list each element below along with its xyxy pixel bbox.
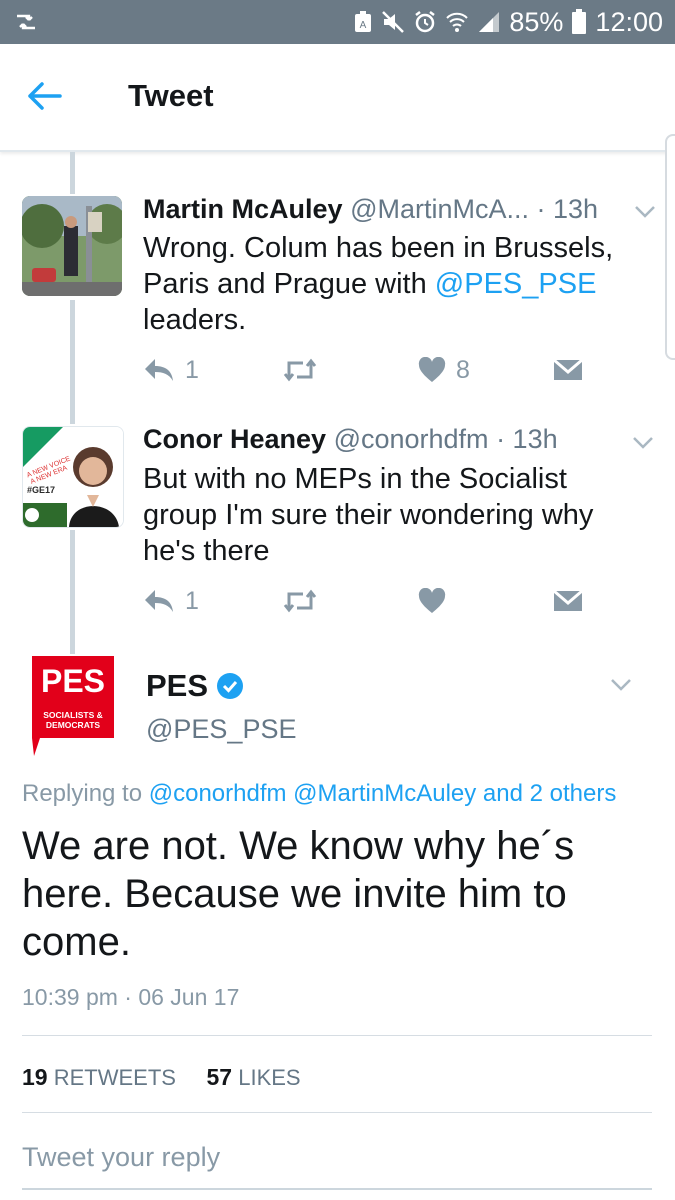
reply-icon	[145, 590, 173, 612]
chevron-down-icon[interactable]	[632, 436, 654, 450]
avatar-photo	[22, 196, 122, 296]
author-handle[interactable]: @PES_PSE	[146, 714, 296, 745]
tweet-text: But with no MEPs in the Socialist group …	[143, 463, 594, 567]
tweet-text-line: Wrong. Colum has been in Brussels,	[143, 232, 614, 264]
divider	[22, 1035, 652, 1036]
back-arrow-icon[interactable]	[26, 80, 62, 112]
avatar-photo: A NEW VOICE A NEW ERA #GE17	[23, 427, 123, 527]
tweet-text: Wrong. Colum has been in Brussels, Paris…	[143, 230, 633, 338]
retweet-icon	[283, 589, 317, 613]
avatar-text: #GE17	[27, 485, 55, 495]
avatar[interactable]	[22, 196, 122, 296]
tweet-timestamp: 10:39 pm · 06 Jun 17	[22, 984, 240, 1010]
retweets-label: RETWEETS	[53, 1065, 176, 1090]
thread-line	[70, 530, 75, 654]
logo-text: PES	[41, 663, 105, 699]
replying-to: Replying to @conorhdfm @MartinMcAuley an…	[22, 780, 616, 808]
mute-icon	[382, 11, 405, 33]
tweet-time: · 13h	[496, 424, 558, 454]
status-bar: A 85% 12:00	[0, 0, 675, 44]
like-button[interactable]: 8	[418, 353, 470, 387]
storage-icon: A	[355, 11, 372, 32]
replying-to-link[interactable]: @conorhdfm @MartinMcAuley and 2 others	[149, 780, 617, 807]
svg-text:A: A	[360, 20, 367, 31]
retweet-notification-icon	[17, 14, 35, 30]
retweets-stat[interactable]: 19 RETWEETS	[22, 1064, 176, 1090]
wifi-icon	[446, 12, 469, 32]
app-bar: Tweet	[0, 44, 675, 152]
main-tweet-text: We are not. We know why he´s here. Becau…	[22, 824, 575, 964]
divider	[22, 1112, 652, 1113]
retweet-button[interactable]	[283, 584, 317, 618]
tweet-actions: 1 8	[143, 353, 593, 387]
replying-label: Replying to	[22, 780, 143, 807]
engagement-counts: 19 RETWEETS 57 LIKES	[22, 1064, 301, 1091]
mention-link[interactable]: @PES_PSE	[435, 268, 597, 300]
likes-label: LIKES	[238, 1065, 301, 1090]
avatar[interactable]: A NEW VOICE A NEW ERA #GE17	[22, 426, 124, 528]
retweet-button[interactable]	[283, 353, 317, 387]
tweet-time: · 13h	[536, 194, 599, 224]
like-button[interactable]	[418, 584, 446, 618]
author-handle[interactable]: @MartinMcA...	[350, 194, 529, 224]
battery-percent: 85%	[509, 6, 564, 37]
signal-icon	[479, 12, 500, 32]
dm-button[interactable]	[553, 584, 583, 618]
author-name[interactable]: PES	[146, 668, 208, 704]
likes-count: 57	[206, 1064, 233, 1090]
reply-count: 1	[185, 355, 199, 384]
tweet-header: Martin McAuley @MartinMcA... · 13h	[143, 194, 598, 225]
tweet-text-span: Paris and Prague with	[143, 268, 435, 300]
logo-subtext: SOCIALISTS &	[43, 710, 103, 720]
author-name-row: PES	[146, 668, 244, 704]
tweet-text-line: leaders.	[143, 304, 247, 336]
page-title: Tweet	[128, 78, 214, 113]
retweet-icon	[283, 358, 317, 382]
author-handle[interactable]: @conorhdfm	[334, 424, 489, 454]
tweet-header: Conor Heaney @conorhdfm · 13h	[143, 424, 558, 455]
retweets-count: 19	[22, 1064, 48, 1090]
reply-button[interactable]: 1	[143, 584, 199, 618]
thread-line	[70, 300, 75, 424]
reply-button[interactable]: 1	[143, 353, 199, 387]
scrollbar[interactable]	[665, 134, 675, 360]
logo-subtext: DEMOCRATS	[46, 720, 100, 730]
like-count: 8	[456, 355, 470, 384]
tweet-text-line: Paris and Prague with @PES_PSE	[143, 266, 633, 302]
author-name[interactable]: Conor Heaney	[143, 424, 326, 454]
thread-line	[70, 152, 75, 194]
reply-input[interactable]: Tweet your reply	[22, 1142, 220, 1173]
battery-icon	[572, 9, 587, 34]
chevron-down-icon[interactable]	[634, 205, 656, 219]
envelope-icon	[553, 358, 583, 380]
chevron-down-icon[interactable]	[610, 678, 632, 692]
heart-icon	[418, 357, 446, 382]
verified-badge-icon	[217, 673, 244, 699]
dm-button[interactable]	[553, 353, 583, 387]
envelope-icon	[553, 589, 583, 611]
alarm-icon	[415, 11, 436, 33]
reply-underline	[22, 1188, 652, 1190]
status-icons: A 85% 12:00	[353, 6, 663, 38]
clock: 12:00	[595, 6, 663, 37]
author-name[interactable]: Martin McAuley	[143, 194, 343, 224]
heart-icon	[418, 588, 446, 613]
reply-icon	[145, 359, 173, 381]
tweet-actions: 1	[143, 584, 593, 618]
pes-logo-avatar[interactable]: PES SOCIALISTS & DEMOCRATS	[32, 656, 114, 758]
likes-stat[interactable]: 57 LIKES	[206, 1064, 301, 1090]
reply-count: 1	[185, 586, 199, 615]
